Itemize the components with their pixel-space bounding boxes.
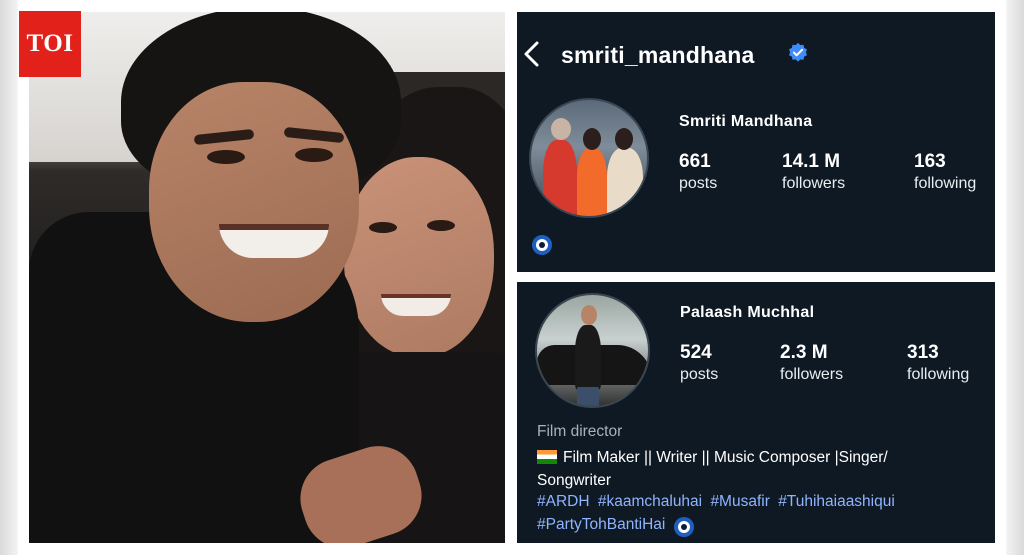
stat-posts[interactable]: 661 posts bbox=[679, 151, 717, 195]
profile-full-name: Palaash Muchhal bbox=[680, 304, 815, 321]
evil-eye-emoji-icon bbox=[673, 517, 694, 537]
profile-hashtags: #ARDH #kaamchaluhai #Musafir #Tuhihaiaas… bbox=[537, 490, 987, 537]
woman-face bbox=[344, 157, 494, 357]
man-smile bbox=[219, 224, 329, 258]
stat-following[interactable]: 163 following bbox=[914, 151, 976, 195]
avatar-person-head bbox=[551, 118, 571, 140]
profile-full-name: Smriti Mandhana bbox=[679, 113, 813, 130]
stat-following[interactable]: 313 following bbox=[907, 342, 969, 386]
back-chevron-icon[interactable] bbox=[521, 40, 541, 68]
stat-value: 313 bbox=[907, 342, 939, 363]
stat-value: 14.1 M bbox=[782, 151, 841, 172]
stat-label: followers bbox=[782, 175, 846, 192]
avatar-person-head bbox=[581, 305, 597, 325]
profile-category: Film director bbox=[537, 423, 623, 440]
hashtag-link[interactable]: #PartyTohBantiHai bbox=[537, 516, 665, 533]
india-flag-emoji-icon bbox=[537, 450, 557, 464]
stat-label: following bbox=[907, 366, 970, 383]
woman-eye bbox=[369, 222, 397, 233]
instagram-profile-smriti: smriti_mandhana Smriti Mandhana 661 post… bbox=[517, 12, 995, 272]
avatar-person bbox=[575, 325, 601, 390]
stat-value: 2.3 M bbox=[780, 342, 828, 363]
avatar-person bbox=[543, 140, 577, 216]
stat-label: posts bbox=[680, 366, 719, 383]
bio-line: Songwriter bbox=[537, 472, 612, 489]
hashtag-link[interactable]: #Musafir bbox=[710, 493, 769, 510]
avatar-person-head bbox=[615, 128, 633, 150]
stat-posts[interactable]: 524 posts bbox=[680, 342, 718, 386]
man-eye bbox=[295, 148, 333, 162]
stat-value: 661 bbox=[679, 151, 711, 172]
man-face bbox=[149, 82, 359, 322]
avatar-person-legs bbox=[577, 387, 599, 406]
toi-logo: TOI bbox=[19, 11, 81, 77]
stat-label: followers bbox=[780, 366, 844, 383]
stat-followers[interactable]: 2.3 M followers bbox=[780, 342, 843, 386]
bio-line: Film Maker || Writer || Music Composer |… bbox=[563, 449, 888, 466]
stat-value: 524 bbox=[680, 342, 712, 363]
couple-photo bbox=[29, 12, 505, 543]
hashtag-link[interactable]: #kaamchaluhai bbox=[598, 493, 702, 510]
evil-eye-emoji-icon bbox=[532, 235, 552, 255]
instagram-profile-palaash: Palaash Muchhal 524 posts 2.3 M follower… bbox=[517, 282, 995, 543]
man-eye bbox=[207, 150, 245, 164]
verified-badge-icon bbox=[789, 42, 807, 62]
avatar-person bbox=[607, 148, 643, 216]
woman-smile bbox=[381, 294, 451, 316]
profile-avatar[interactable] bbox=[535, 293, 650, 408]
profile-username: smriti_mandhana bbox=[561, 42, 755, 68]
profile-avatar[interactable] bbox=[529, 98, 649, 218]
avatar-person-head bbox=[583, 128, 601, 150]
woman-eye bbox=[427, 220, 455, 231]
right-edge-blur bbox=[1006, 0, 1024, 555]
hashtag-link[interactable]: #ARDH bbox=[537, 493, 590, 510]
stat-label: following bbox=[914, 175, 977, 192]
stat-followers[interactable]: 14.1 M followers bbox=[782, 151, 845, 195]
stat-label: posts bbox=[679, 175, 718, 192]
avatar-person bbox=[577, 148, 607, 216]
left-edge-blur bbox=[0, 0, 18, 555]
stat-value: 163 bbox=[914, 151, 946, 172]
hashtag-link[interactable]: #Tuhihaiaashiqui bbox=[778, 493, 895, 510]
profile-bio: Film Maker || Writer || Music Composer |… bbox=[537, 446, 977, 492]
